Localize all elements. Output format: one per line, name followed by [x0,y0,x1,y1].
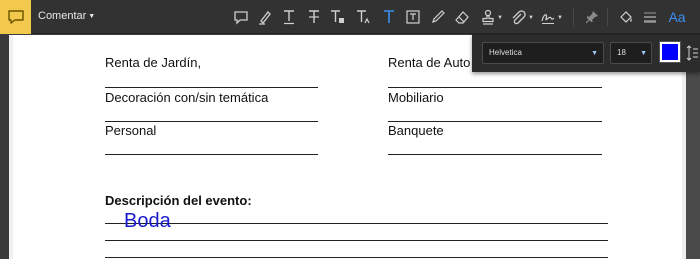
text-properties-label: Aa [668,9,686,25]
underline-text-icon[interactable] [280,8,298,26]
strikethrough-text-icon[interactable] [305,8,323,26]
toolbar-separator [607,8,608,26]
fill-color-icon[interactable] [617,8,635,26]
eraser-icon[interactable] [453,8,471,26]
attach-file-icon[interactable] [509,8,527,26]
font-size-value: 18 [617,48,626,57]
comment-tool-badge[interactable] [0,0,31,34]
chevron-down-icon: ▼ [88,12,96,20]
chevron-down-icon[interactable]: ▼ [557,15,563,21]
description-line [105,223,608,224]
stamp-icon[interactable] [479,8,497,26]
comment-bubble-icon [7,10,24,24]
typed-text-annotation[interactable]: Boda [124,210,171,233]
insert-text-icon[interactable] [354,8,372,26]
line-spacing-icon[interactable] [686,45,698,61]
add-text-comment-icon[interactable] [380,8,398,26]
field-underline [388,121,602,122]
toolbar-separator [573,8,574,26]
font-size-dropdown[interactable]: 18 ▼ [610,42,652,64]
field-label-right-3: Banquete [388,123,444,138]
chevron-down-icon[interactable]: ▼ [497,15,503,21]
pencil-icon[interactable] [429,8,447,26]
chevron-down-icon: ▼ [640,50,647,57]
comment-toolbar: Comentar ▼ ▼ ▼ ▼ Aa [0,0,700,34]
sticky-note-icon[interactable] [232,8,250,26]
field-underline [105,87,318,88]
font-family-dropdown[interactable]: Helvetica ▼ [482,42,604,64]
line-weight-icon[interactable] [641,8,659,26]
highlight-icon[interactable] [256,8,274,26]
field-label-left-3: Personal [105,123,157,138]
description-line [105,257,608,258]
comment-menu-label: Comentar [38,10,87,22]
field-underline [388,154,602,155]
field-label-right-2: Mobiliario [388,90,444,105]
text-box-icon[interactable] [404,8,422,26]
description-title: Descripción del evento: [105,193,252,208]
field-underline [388,87,602,88]
font-family-value: Helvetica [489,48,522,57]
comment-menu-button[interactable]: Comentar ▼ [38,10,95,22]
text-color-swatch[interactable] [659,41,681,63]
chevron-down-icon: ▼ [591,50,598,57]
text-properties-panel: Helvetica ▼ 18 ▼ [472,34,700,72]
signature-icon[interactable] [539,8,557,26]
field-underline [105,154,318,155]
field-underline [105,121,318,122]
field-label-right-1: Renta de Auto [388,55,471,70]
replace-text-icon[interactable] [328,8,346,26]
app-window: Comentar ▼ ▼ ▼ ▼ Aa Renta de Jardín, Dec… [0,0,700,259]
pin-icon[interactable] [583,8,601,26]
field-label-left-1: Renta de Jardín, [105,55,202,70]
left-gutter [0,35,9,259]
description-line [105,240,608,241]
text-properties-icon[interactable]: Aa [666,8,688,26]
chevron-down-icon[interactable]: ▼ [528,15,534,21]
field-label-left-2: Decoración con/sin temática [105,90,269,105]
